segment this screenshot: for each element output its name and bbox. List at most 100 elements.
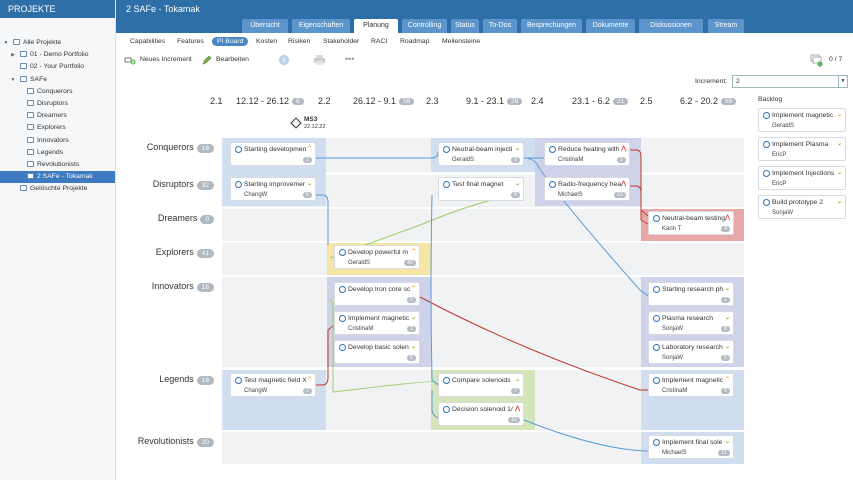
backlog-card[interactable]: Implement Plasma EricP ⌄	[758, 137, 846, 161]
story-points-badge: 8	[510, 157, 520, 163]
card-assignee: EricP	[772, 152, 787, 158]
story-card[interactable]: Implement magnetic CristinaM 5 ⌃	[648, 373, 734, 397]
card-title: Develop powerful m	[348, 249, 409, 256]
card-title: Implement Injections	[772, 170, 835, 177]
story-points-badge: 8	[720, 326, 730, 332]
story-points-badge: 7	[510, 388, 520, 394]
dependency-line	[316, 194, 329, 245]
priority-icon: ⌄	[306, 181, 312, 187]
dependency-line	[523, 419, 649, 452]
card-title: Develop basic solen	[348, 344, 409, 351]
story-points-badge: 40	[403, 260, 416, 266]
dependency-line	[316, 151, 439, 159]
story-card[interactable]: Neutral-beam injecti GeraldS 8 ⌄	[438, 142, 524, 166]
priority-icon: ⌄	[836, 141, 842, 147]
priority-icon: ⌃	[724, 377, 730, 383]
card-assignee: SonjaW	[662, 355, 684, 361]
dependency-lines	[316, 149, 649, 452]
story-card[interactable]: Test magnetic field X ChangW 2 ⌃	[230, 373, 316, 397]
card-title: Neutral-beam testing	[662, 215, 726, 222]
story-card[interactable]: Develop Iron core sc 5 ⌃	[334, 282, 420, 306]
card-title: Implement final sole	[662, 439, 723, 446]
card-title: Neutral-beam injecti	[452, 146, 513, 153]
priority-icon: ⌄	[724, 286, 730, 292]
card-assignee: SonjaW	[662, 326, 684, 332]
priority-icon: ⌄	[724, 315, 730, 321]
story-card[interactable]: Radio-frequency hea MichaelS 13 ⋀	[544, 177, 630, 201]
backlog-list: Implement magnetic GeraldS ⌄ Implement Plas…	[758, 108, 848, 219]
story-points-badge: 4	[720, 226, 730, 232]
card-assignee: CristinaM	[662, 388, 688, 394]
card-assignee: Karin T	[662, 226, 682, 232]
priority-icon: ⋀	[621, 181, 626, 187]
priority-icon: ⌄	[724, 344, 730, 350]
story-card[interactable]: Develop powerful m GeraldS 40 ⌃	[334, 245, 420, 269]
card-assignee: CristinaM	[348, 326, 374, 332]
card-title: Reduce heating with	[558, 146, 620, 153]
backlog-panel: Backlog Implement magnetic GeraldS ⌄ Implem…	[758, 96, 848, 224]
story-card[interactable]: Reduce heating with CristinaM 5 ⋀	[544, 142, 630, 166]
story-card[interactable]: Implement final sole MichaelS 11 ⌄	[648, 435, 734, 459]
card-assignee: MichaelS	[558, 192, 583, 198]
story-points-badge: 13	[613, 192, 626, 198]
priority-icon: ⌄	[836, 170, 842, 176]
card-assignee: ChangW	[244, 192, 268, 198]
priority-icon: ⌄	[724, 439, 730, 445]
story-card[interactable]: Laboratory research SonjaW 5 ⌄	[648, 340, 734, 364]
priority-icon: ⌄	[836, 112, 842, 118]
card-title: Compare solenoids	[452, 377, 511, 384]
card-assignee: ChangW	[244, 388, 268, 394]
story-points-badge: 2	[720, 297, 730, 303]
card-assignee: MichaelS	[662, 450, 687, 456]
story-card[interactable]: Develop basic solen 5 ⌄	[334, 340, 420, 364]
story-points-badge: 2	[302, 157, 312, 163]
story-card[interactable]: Starting improvemer ChangW 5 ⌄	[230, 177, 316, 201]
card-assignee: SonjaW	[772, 210, 794, 216]
story-points-badge: 11	[718, 450, 730, 456]
story-card[interactable]: Compare solenoids 7 ⌄	[438, 373, 524, 397]
story-points-badge: 3	[406, 326, 416, 332]
priority-icon: ⋀	[515, 406, 520, 412]
card-assignee: CristinaM	[558, 157, 584, 163]
card-title: Implement Plasma	[772, 141, 829, 148]
card-assignee: EricP	[772, 181, 787, 187]
priority-icon: ⌃	[306, 146, 312, 152]
priority-icon: ⌄	[410, 344, 416, 350]
card-title: Build prototype 2	[772, 199, 824, 206]
story-points-badge: 5	[302, 192, 312, 198]
dependency-line	[316, 324, 335, 386]
card-assignee: GeraldS	[452, 157, 475, 163]
backlog-card[interactable]: Implement magnetic GeraldS ⌄	[758, 108, 846, 132]
card-title: Implement magnetic	[772, 112, 834, 119]
story-card[interactable]: Decision solenoid 1/10 ⋀	[438, 402, 524, 426]
card-title: Starting developmen	[244, 146, 307, 153]
priority-icon: ⋀	[621, 146, 626, 152]
story-card[interactable]: Implement magnetic CristinaM 3 ⌄	[334, 311, 420, 335]
story-points-badge: 2	[302, 388, 312, 394]
card-title: Starting improvemer	[244, 181, 306, 188]
card-title: Laboratory research	[662, 344, 723, 351]
backlog-card[interactable]: Build prototype 2 SonjaW ⌄	[758, 195, 846, 219]
card-title: Implement magnetic	[662, 377, 724, 384]
card-assignee: GeraldS	[348, 260, 371, 266]
story-card[interactable]: Test final magnet 8 ⌄	[438, 177, 524, 201]
backlog-card[interactable]: Implement Injections EricP ⌄	[758, 166, 846, 190]
story-card[interactable]: Plasma research SonjaW 8 ⌄	[648, 311, 734, 335]
story-card[interactable]: Starting research ph 2 ⌄	[648, 282, 734, 306]
card-title: Develop Iron core sc	[348, 286, 411, 293]
story-card[interactable]: Starting developmen 2 ⌃	[230, 142, 316, 166]
priority-icon: ⌄	[514, 146, 520, 152]
backlog-title: Backlog	[758, 96, 783, 103]
story-card[interactable]: Neutral-beam testing Karin T 4 ⋀	[648, 211, 734, 235]
dependency-line	[630, 185, 649, 217]
priority-icon: ⋀	[725, 215, 730, 221]
priority-icon: ⌄	[410, 315, 416, 321]
card-title: Starting research ph	[662, 286, 724, 293]
card-title: Decision solenoid 1/	[452, 406, 513, 413]
story-points-badge: 5	[616, 157, 626, 163]
dependency-line	[430, 194, 439, 386]
card-assignee: GeraldS	[772, 123, 795, 129]
card-title: Test magnetic field X	[244, 377, 307, 384]
priority-icon: ⌃	[306, 377, 312, 383]
story-points-badge: 5	[720, 388, 730, 394]
